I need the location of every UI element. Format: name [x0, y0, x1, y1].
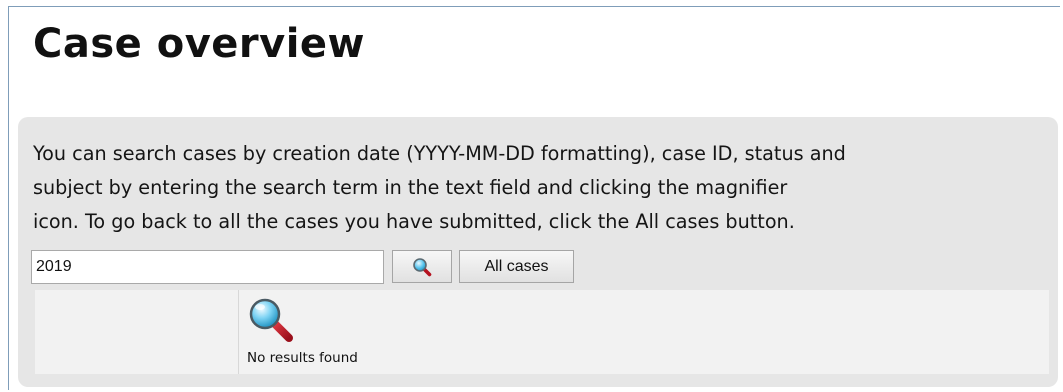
page-title: Case overview [33, 21, 365, 67]
search-input[interactable] [31, 250, 384, 284]
all-cases-button[interactable]: All cases [459, 250, 574, 283]
magnifier-icon [413, 257, 432, 276]
search-panel: You can search cases by creation date (Y… [18, 117, 1058, 387]
magnifier-icon [249, 298, 293, 342]
search-button[interactable] [392, 250, 452, 283]
results-sidebar [35, 290, 239, 374]
empty-state: No results found [247, 296, 447, 370]
no-results-message: No results found [247, 350, 358, 366]
search-help-text: You can search cases by creation date (Y… [33, 142, 846, 233]
results-area: No results found [35, 290, 1049, 374]
